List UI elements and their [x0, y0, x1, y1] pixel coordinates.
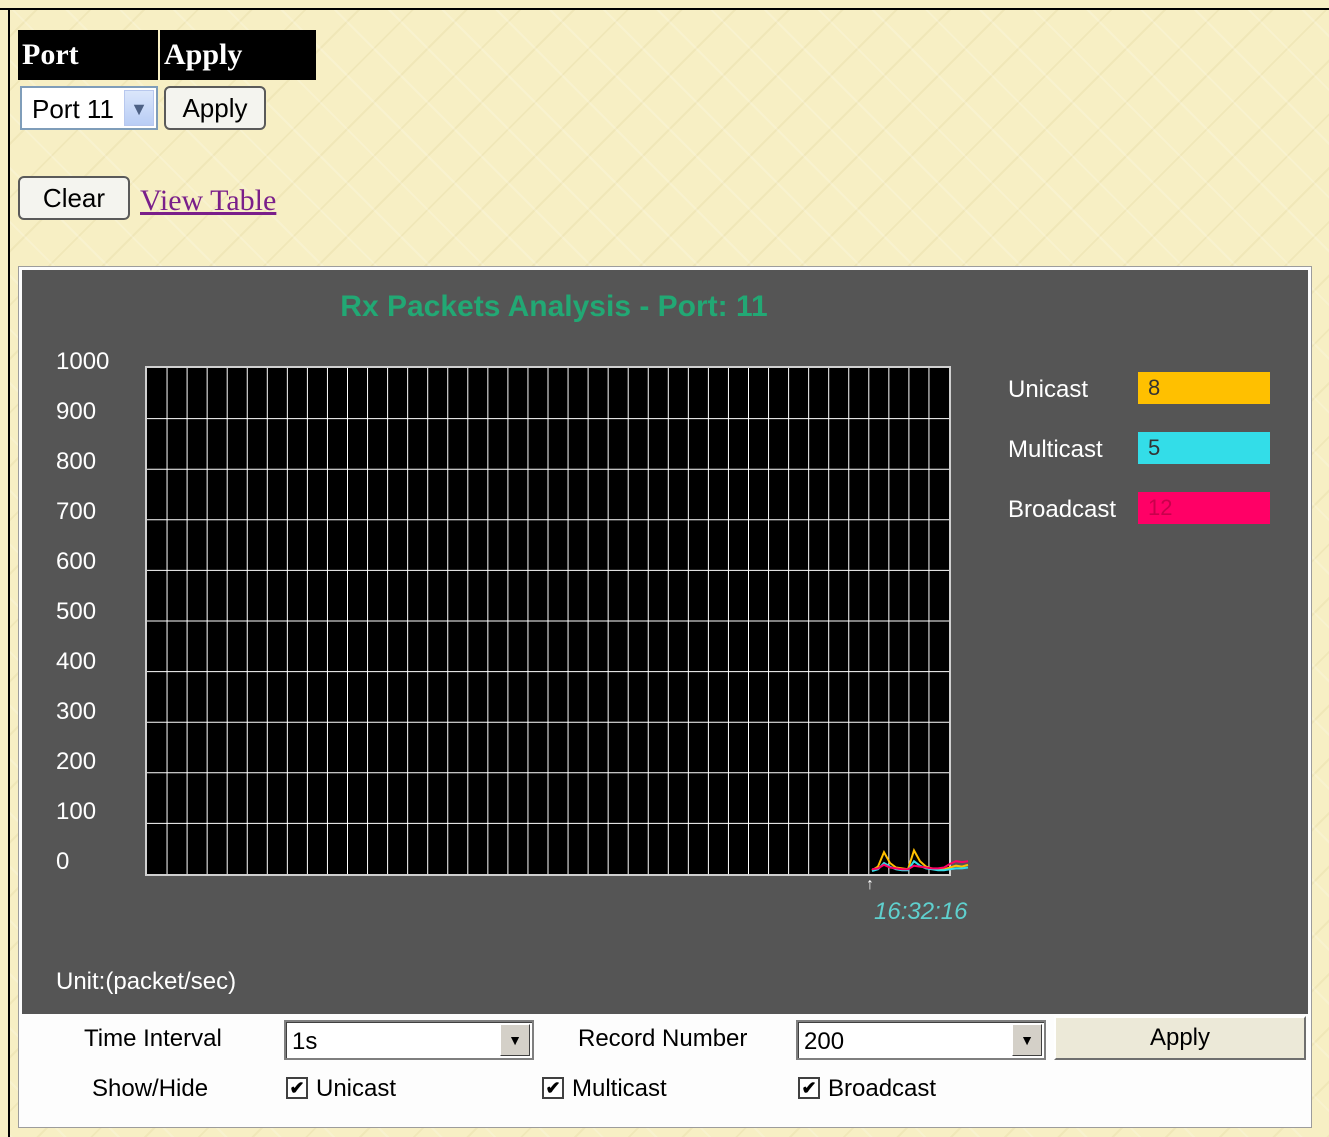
multicast-checkbox[interactable]: ✔	[542, 1077, 564, 1099]
plot-area	[145, 366, 951, 876]
port-column-header: Port	[18, 30, 158, 80]
time-interval-label: Time Interval	[84, 1025, 222, 1052]
y-tick-label: 100	[56, 798, 97, 825]
unit-label: Unit:(packet/sec)	[56, 968, 237, 995]
broadcast-checkbox[interactable]: ✔	[798, 1077, 820, 1099]
legend-label-unicast: Unicast	[1008, 376, 1089, 403]
chevron-down-icon[interactable]: ▼	[1012, 1024, 1042, 1056]
y-tick-label: 800	[56, 448, 97, 475]
frame-border-top	[0, 8, 1329, 10]
view-table-link[interactable]: View Table	[140, 184, 276, 218]
apply-column-header: Apply	[160, 30, 316, 80]
unicast-checkbox-label: Unicast	[316, 1075, 397, 1102]
chevron-down-icon[interactable]: ▼	[124, 90, 154, 126]
chart-title: Rx Packets Analysis - Port: 11	[340, 290, 768, 323]
legend-value-broadcast: 12	[1138, 492, 1270, 524]
broadcast-checkbox-label: Broadcast	[828, 1075, 937, 1102]
legend-value-unicast: 8	[1138, 372, 1270, 404]
apply-button[interactable]: Apply	[1054, 1016, 1306, 1060]
port-select[interactable]: Port 11 ▼	[20, 86, 158, 130]
y-tick-label: 300	[56, 698, 97, 725]
record-number-value: 200	[804, 1028, 845, 1055]
show-hide-label: Show/Hide	[92, 1075, 209, 1102]
port-select-value: Port 11	[32, 94, 114, 124]
chevron-down-icon[interactable]: ▼	[500, 1024, 530, 1056]
y-tick-label: 0	[56, 848, 70, 875]
plot-grid	[147, 368, 949, 874]
time-interval-select[interactable]: 1s ▼	[284, 1020, 534, 1060]
y-tick-label: 700	[56, 498, 97, 525]
port-apply-button[interactable]: Apply	[164, 86, 266, 130]
y-tick-label: 500	[56, 598, 97, 625]
frame-border-left	[8, 8, 10, 1137]
y-tick-label: 400	[56, 648, 97, 675]
record-number-select[interactable]: 200 ▼	[796, 1020, 1046, 1060]
arrow-up-icon: ↑	[866, 876, 874, 893]
unicast-checkbox[interactable]: ✔	[286, 1077, 308, 1099]
clear-button[interactable]: Clear	[18, 176, 130, 220]
y-tick-label: 600	[56, 548, 97, 575]
y-tick-label: 200	[56, 748, 97, 775]
multicast-checkbox-label: Multicast	[572, 1075, 667, 1102]
record-number-label: Record Number	[578, 1025, 748, 1052]
legend-value-multicast: 5	[1138, 432, 1270, 464]
time-label: 16:32:16	[874, 898, 968, 925]
legend-label-broadcast: Broadcast	[1008, 496, 1117, 523]
legend-label-multicast: Multicast	[1008, 436, 1103, 463]
y-tick-label: 900	[56, 398, 97, 425]
time-interval-value: 1s	[292, 1028, 318, 1055]
series-lines	[871, 847, 969, 873]
y-tick-label: 1000	[56, 348, 110, 375]
